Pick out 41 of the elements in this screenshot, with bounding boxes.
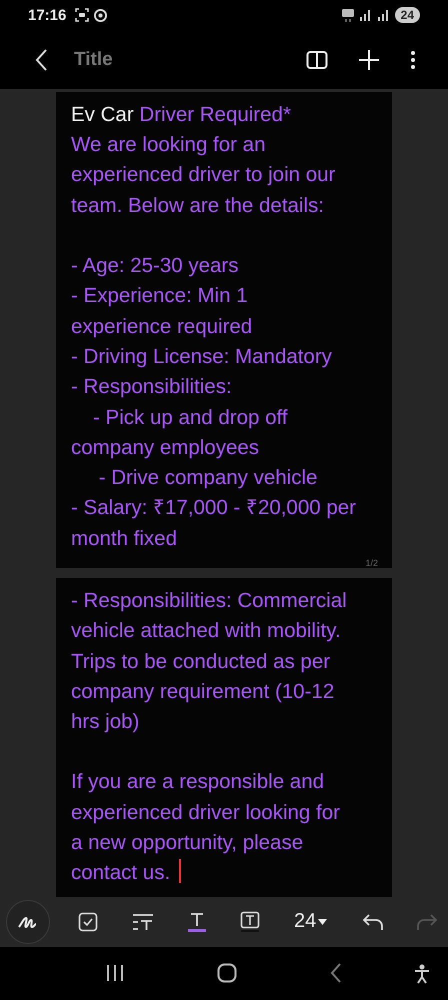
note-text: - Driving License: Mandatory: [71, 344, 332, 370]
note-text: We are looking for an: [71, 132, 266, 158]
chevron-left-icon: [34, 48, 48, 72]
signal-icon: [358, 9, 372, 22]
note-text: contact us.: [71, 860, 170, 886]
note-text: Ev Car: [71, 102, 134, 128]
note-text: company employees: [71, 434, 260, 461]
note-text: experienced driver looking for: [71, 800, 340, 826]
back-icon[interactable]: [330, 963, 342, 984]
note-text: Trips to be conducted as per: [71, 648, 330, 675]
caret-icon: [318, 918, 328, 925]
note-text: - Responsibilities:: [71, 374, 232, 400]
status-time: 17:16: [28, 6, 66, 24]
screenshot-icon: [75, 8, 90, 22]
note-text: company requirement (10-12: [71, 678, 334, 705]
note-text: month fixed: [71, 526, 177, 552]
note-text: vehicle attached with mobility.: [71, 618, 341, 644]
note-text: experience required: [71, 314, 252, 340]
font-size-dropdown[interactable]: 24: [288, 909, 334, 934]
handwriting-button[interactable]: [6, 900, 50, 944]
home-icon[interactable]: [216, 963, 237, 984]
text-cursor: [179, 858, 181, 883]
note-text: experienced driver to join our: [71, 162, 336, 188]
note-text: - Responsibilities: Commercial: [71, 588, 347, 614]
note-text: If you are a responsible and: [71, 769, 324, 796]
note-text: hrs job): [71, 709, 140, 736]
note-text: - Age: 25-30 years: [71, 253, 239, 280]
accessibility-icon[interactable]: [414, 964, 430, 984]
note-text: - Drive company vehicle: [98, 465, 318, 492]
note-text: team. Below are the details:: [71, 192, 324, 219]
page-number: 1/2: [365, 558, 378, 568]
battery-indicator: 24: [394, 7, 420, 24]
note-text: - Salary: ₹17,000 - ₹20,000 per: [71, 495, 356, 522]
signal-icon: [376, 9, 390, 22]
signature-icon: [18, 914, 38, 929]
note-text: - Experience: Min 1: [71, 283, 248, 310]
note-text: Driver Required*: [139, 102, 291, 128]
recent-apps-icon[interactable]: [106, 965, 124, 982]
note-text: - Pick up and drop off: [93, 404, 288, 431]
note-title: Title: [74, 48, 113, 71]
note-text: a new opportunity, please: [71, 830, 304, 856]
